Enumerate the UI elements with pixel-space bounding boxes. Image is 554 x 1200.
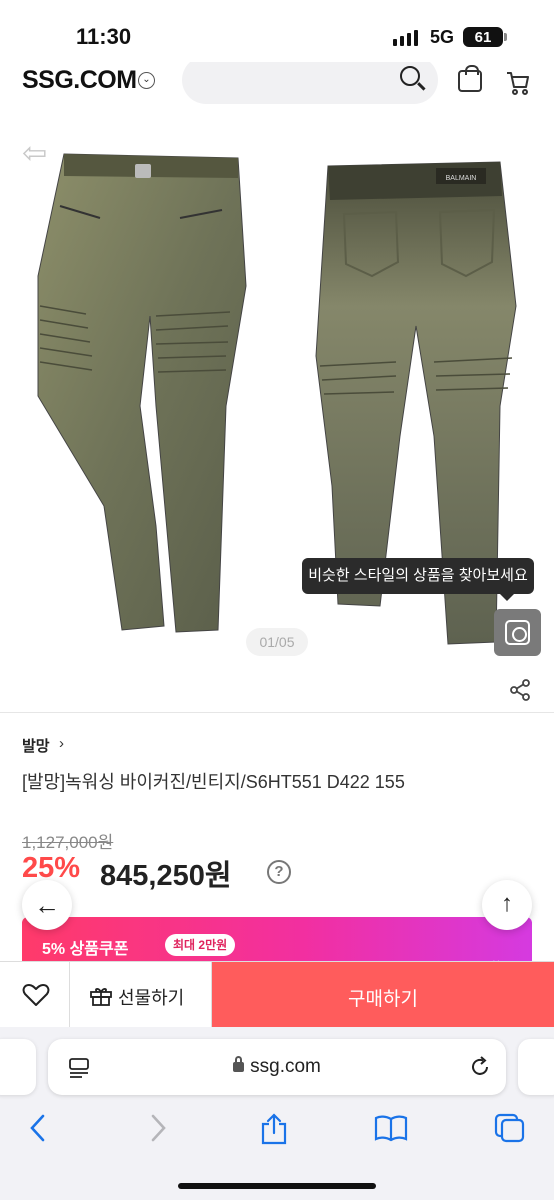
coupon-label: 5% 상품쿠폰	[42, 941, 129, 958]
battery-level: 61	[474, 28, 492, 46]
reload-icon[interactable]	[468, 1055, 492, 1079]
coupon-badge: 최대 2만원	[165, 934, 236, 956]
search-icon[interactable]	[400, 66, 420, 86]
question-icon[interactable]: ?	[267, 860, 291, 884]
similar-style-tooltip: 비슷한 스타일의 상품을 찾아보세요	[302, 558, 534, 601]
product-image: BALMAIN	[37, 153, 517, 645]
next-tab-preview[interactable]	[518, 1039, 554, 1095]
home-indicator	[178, 1183, 376, 1189]
divider	[0, 712, 554, 713]
signal-icon	[393, 30, 418, 46]
buy-button[interactable]: 구매하기	[212, 962, 554, 1028]
back-button[interactable]: ←	[22, 880, 72, 930]
chevron-down-icon[interactable]: ⌄	[138, 72, 155, 89]
chevron-right-icon[interactable]: ›	[59, 735, 64, 752]
status-time: 11:30	[76, 24, 132, 49]
status-bar: 11:30 5G 61	[0, 0, 554, 70]
search-bar[interactable]	[182, 62, 438, 104]
gift-icon	[90, 988, 112, 1006]
gallery-prev-arrow-icon[interactable]: ⇦	[22, 136, 47, 171]
camera-lens-icon	[505, 620, 530, 645]
bookmarks-icon[interactable]	[374, 1113, 408, 1143]
site-header: SSG.COM ⌄	[0, 62, 554, 106]
share-icon[interactable]	[260, 1113, 288, 1145]
scroll-top-button[interactable]: ↑	[482, 880, 532, 930]
shopping-bag-icon[interactable]	[458, 65, 482, 92]
gift-button[interactable]: 선물하기	[70, 962, 212, 1028]
sale-price: 845,250원	[100, 860, 232, 892]
brand-link[interactable]: 발망	[22, 735, 50, 756]
browser-toolbar: ssg.com	[0, 1027, 554, 1200]
gift-label: 선물하기	[118, 988, 185, 1008]
address-bar[interactable]: ssg.com	[48, 1039, 506, 1095]
url-text: ssg.com	[250, 1056, 321, 1077]
lock-icon	[233, 1056, 245, 1072]
forward-icon[interactable]	[146, 1113, 170, 1143]
site-logo[interactable]: SSG.COM	[22, 66, 137, 95]
arrow-left-icon: ←	[34, 890, 60, 920]
share-icon[interactable]	[508, 678, 532, 702]
svg-text:BALMAIN: BALMAIN	[446, 175, 477, 182]
image-pager: 01/05	[246, 628, 308, 656]
heart-icon	[22, 984, 50, 1006]
arrow-up-icon: ↑	[501, 890, 513, 917]
original-price: 1,127,000원	[22, 833, 114, 852]
visual-search-button[interactable]	[494, 609, 541, 656]
product-title: [발망]녹워싱 바이커진/빈티지/S6HT551 D422 155	[22, 772, 405, 792]
previous-tab-preview[interactable]	[0, 1039, 36, 1095]
product-gallery[interactable]: BALMAIN ⇦ 비슷한 스타일의 상품을 찾아보세요 01/05	[0, 106, 554, 712]
back-icon[interactable]	[26, 1113, 50, 1143]
battery-icon: 61	[463, 27, 507, 47]
purchase-action-bar: 선물하기 구매하기	[0, 961, 554, 1028]
buy-label: 구매하기	[348, 989, 418, 1010]
cart-icon[interactable]	[506, 70, 530, 96]
wishlist-button[interactable]	[0, 962, 70, 1028]
tabs-icon[interactable]	[494, 1113, 526, 1143]
network-type: 5G	[430, 27, 455, 47]
